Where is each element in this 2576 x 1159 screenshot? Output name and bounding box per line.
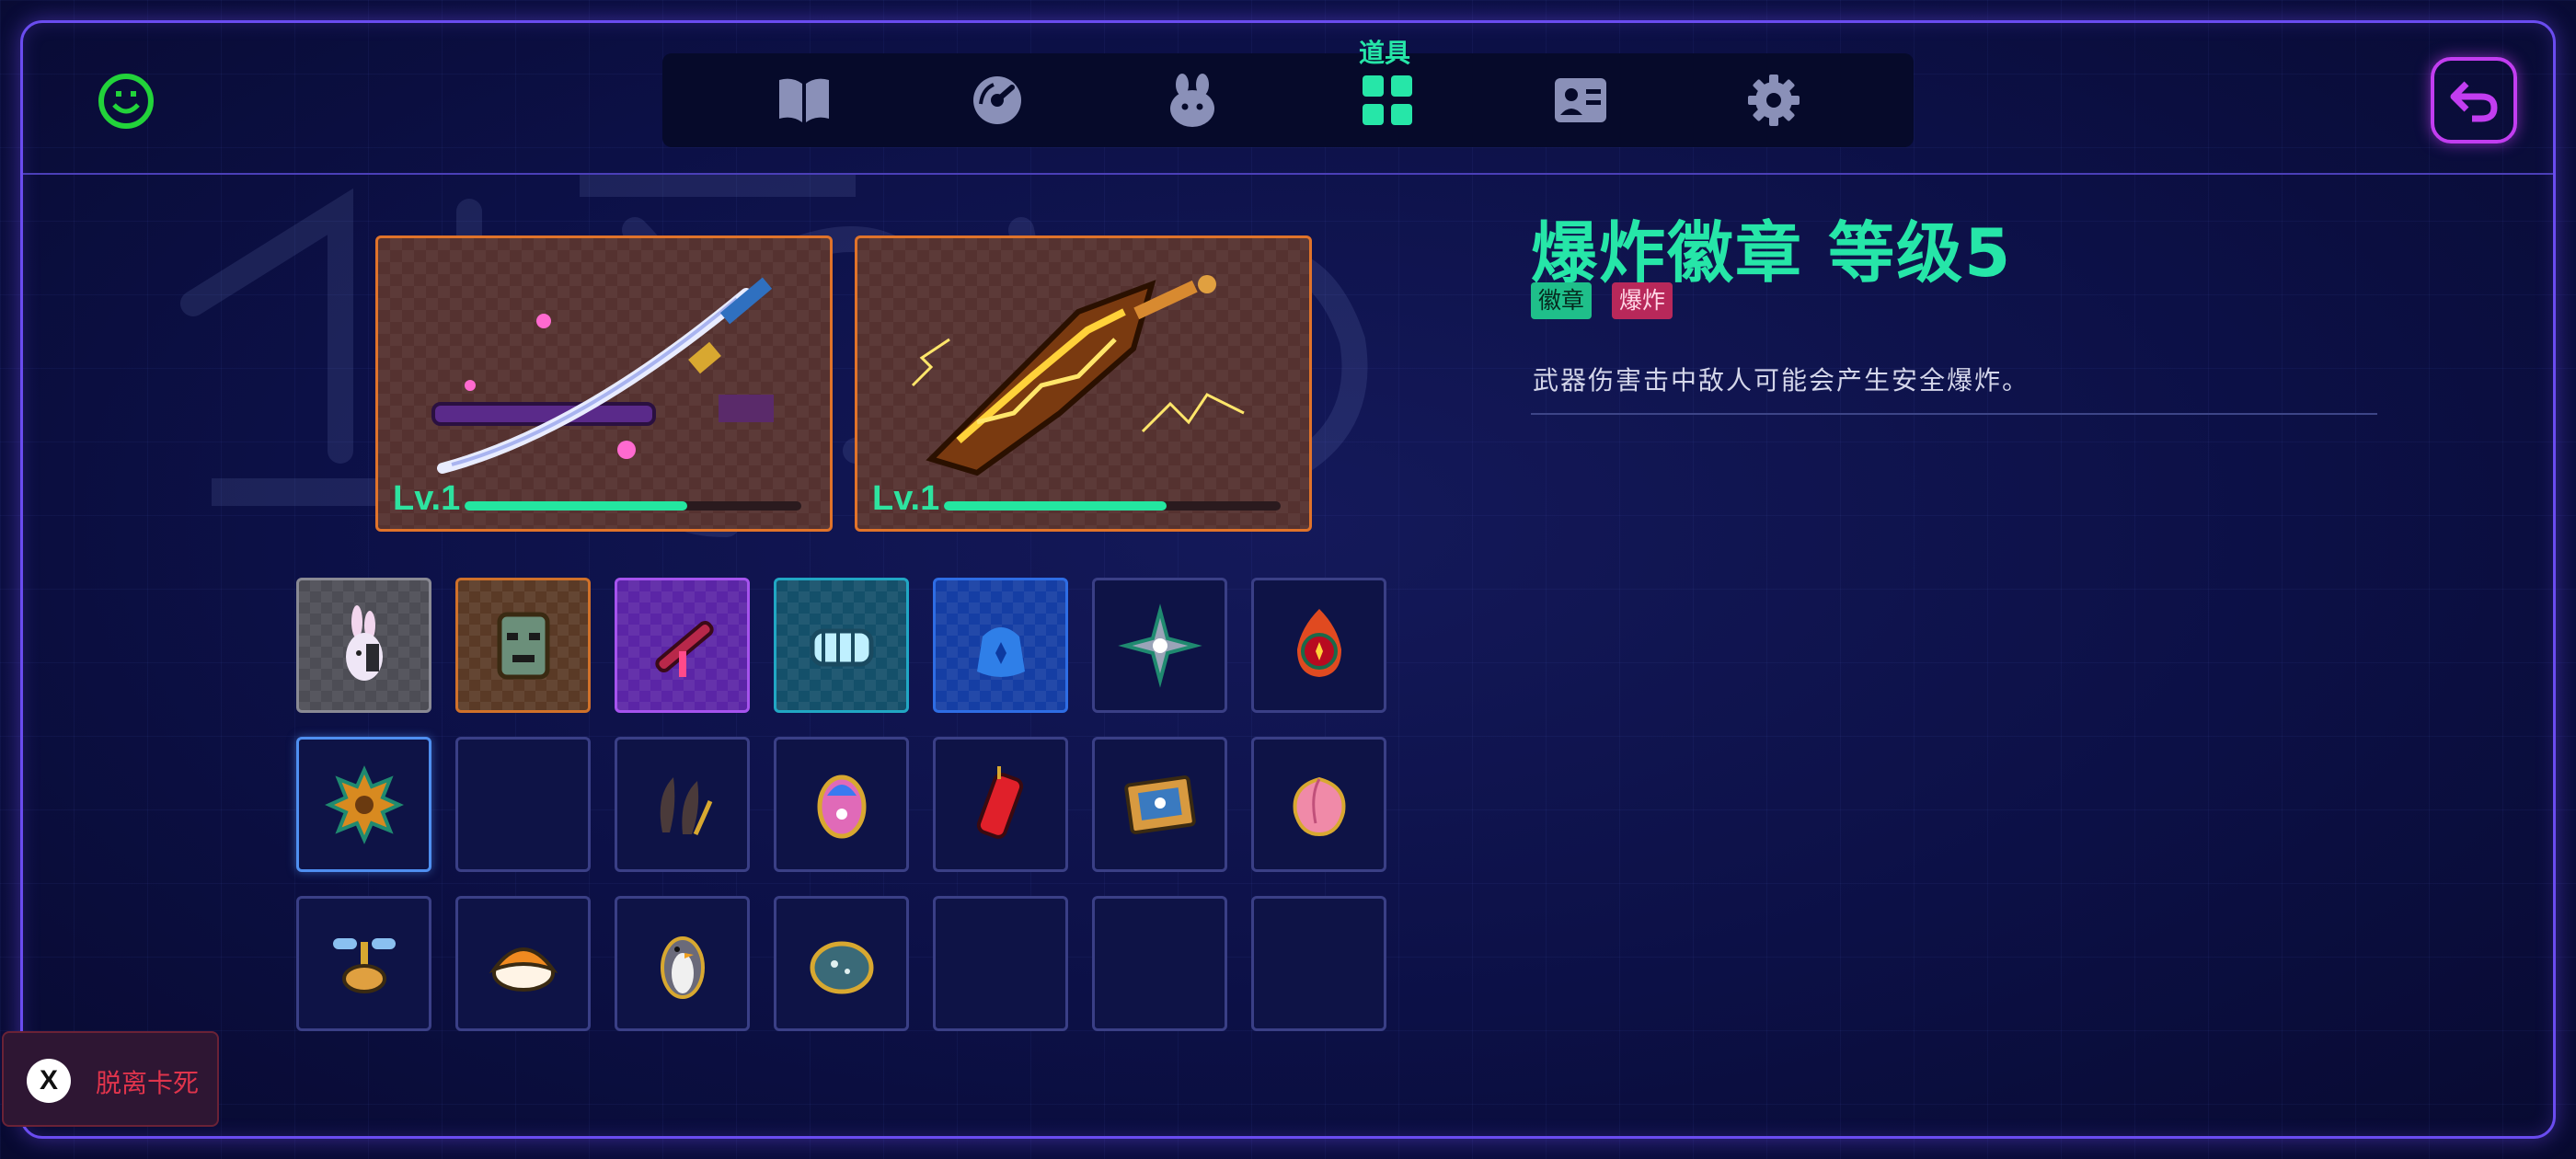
item-slot[interactable] xyxy=(296,737,431,872)
item-description: 武器伤害击中敌人可能会产生安全爆炸。 xyxy=(1533,365,2030,396)
active-tab-label: 道具 xyxy=(1358,38,1410,68)
item-slot[interactable] xyxy=(296,896,431,1031)
peach-icon xyxy=(1293,776,1345,836)
item-slot[interactable] xyxy=(296,578,431,713)
escape-stuck-button[interactable]: X 脱离卡死 xyxy=(2,1031,219,1127)
key-hint-x: X xyxy=(27,1059,71,1103)
weapon-level: Lv.1 xyxy=(393,479,461,518)
escape-stuck-label: 脱离卡死 xyxy=(96,1068,200,1098)
gear-icon xyxy=(1748,75,1800,126)
katana-icon xyxy=(431,277,774,474)
item-slot[interactable] xyxy=(615,578,750,713)
tab-bar xyxy=(662,53,1914,147)
weapon-xp-fill xyxy=(465,501,687,511)
slime-stone-icon xyxy=(810,941,873,993)
empty-item-slot[interactable] xyxy=(933,896,1068,1031)
item-slot[interactable] xyxy=(455,578,591,713)
item-slot[interactable] xyxy=(933,737,1068,872)
item-slot[interactable] xyxy=(1092,578,1227,713)
weapon-xp-bar xyxy=(465,501,801,511)
item-slot[interactable] xyxy=(774,737,909,872)
lightning-greatsword-icon xyxy=(911,275,1245,476)
fire-orb-icon xyxy=(1296,608,1341,677)
coin-pouch-icon xyxy=(976,626,1025,677)
pet-paw-icon xyxy=(1170,74,1214,127)
mini-drone-icon xyxy=(332,937,396,993)
back-button[interactable] xyxy=(2431,57,2517,143)
shuriken-icon xyxy=(1117,602,1202,688)
item-slot[interactable] xyxy=(1251,578,1386,713)
detail-divider xyxy=(1531,413,2377,415)
tab-pets[interactable] xyxy=(1159,70,1225,131)
item-slot[interactable] xyxy=(774,896,909,1031)
item-slot[interactable] xyxy=(1251,737,1386,872)
red-stick-icon xyxy=(654,620,714,677)
item-slot[interactable] xyxy=(615,737,750,872)
tab-items[interactable] xyxy=(1354,70,1420,131)
smiley-avatar-icon xyxy=(98,74,154,129)
item-slot[interactable] xyxy=(615,896,750,1031)
tab-stats[interactable] xyxy=(964,70,1030,131)
tag-explosion: 爆炸 xyxy=(1612,282,1673,319)
empty-item-slot[interactable] xyxy=(1092,896,1227,1031)
tag-badge: 徽章 xyxy=(1531,282,1593,319)
empty-item-slot[interactable] xyxy=(1251,896,1386,1031)
ice-fist-icon xyxy=(810,628,873,666)
weapon-xp-bar xyxy=(944,501,1281,511)
weapon-slot-2[interactable]: Lv.1 xyxy=(855,235,1312,532)
explosion-badge-icon xyxy=(324,764,404,844)
weapon-slot-1[interactable]: Lv.1 xyxy=(375,235,833,532)
gauge-icon xyxy=(973,76,1021,124)
weapon-level: Lv.1 xyxy=(872,479,940,518)
bunny-doll-icon xyxy=(345,604,383,681)
back-arrow-icon xyxy=(2450,81,2498,122)
profile-card-icon xyxy=(1555,78,1606,122)
weapon-xp-fill xyxy=(944,501,1167,511)
claw-icon xyxy=(660,776,712,835)
tribal-mask-icon xyxy=(497,612,549,679)
tab-profile[interactable] xyxy=(1547,70,1614,131)
item-title: 爆炸徽章 等级5 xyxy=(1531,214,2013,292)
avatar-button[interactable] xyxy=(97,72,155,131)
items-grid-icon xyxy=(1363,75,1412,125)
item-slot[interactable] xyxy=(1092,737,1227,872)
firecracker-icon xyxy=(976,765,1023,839)
crystal-egg-icon xyxy=(817,775,866,838)
book-icon xyxy=(779,78,829,122)
empty-item-slot[interactable] xyxy=(455,737,591,872)
item-slot[interactable] xyxy=(933,578,1068,713)
penguin-icon xyxy=(660,935,705,999)
sushi-icon xyxy=(488,947,558,992)
tab-codex[interactable] xyxy=(771,70,837,131)
tab-settings[interactable] xyxy=(1741,70,1807,131)
item-slot[interactable] xyxy=(774,578,909,713)
item-slot[interactable] xyxy=(455,896,591,1031)
picture-frame-icon xyxy=(1123,775,1196,834)
